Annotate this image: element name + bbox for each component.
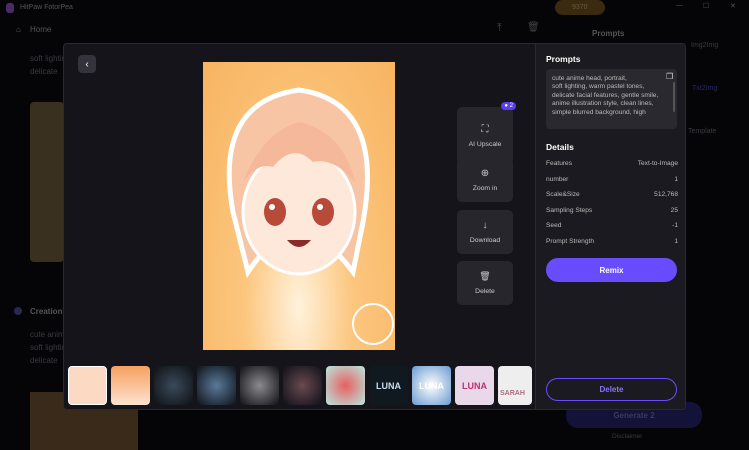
creation-label: Creation	[30, 307, 63, 316]
zoom-in-label: Zoom in	[472, 185, 498, 192]
copy-icon[interactable]: ❐	[666, 72, 673, 81]
prompt-text-content: cute anime head, portrait, soft lighting…	[552, 75, 659, 116]
nav-txt2img[interactable]: Txt2Img	[692, 85, 717, 92]
remix-button[interactable]: Remix	[546, 258, 677, 282]
detail-value: Text-to-Image	[637, 160, 678, 167]
download-icon: ↓	[482, 220, 488, 231]
thumbnail[interactable]	[111, 366, 150, 405]
app-title: HitPaw FotorPea	[20, 4, 73, 11]
thumbnail[interactable]	[197, 366, 236, 405]
credits-count: 9370	[572, 4, 588, 11]
trash-icon: 🗑	[479, 271, 491, 281]
home-link[interactable]: Home	[30, 25, 51, 34]
ai-upscale-label: AI Upscale	[468, 140, 502, 148]
delete-button[interactable]: Delete	[546, 378, 677, 401]
thumbnail[interactable]: LUNA	[412, 366, 451, 405]
detail-row: number 1	[546, 176, 678, 183]
prompt-scrollbar[interactable]	[673, 82, 675, 112]
thumbnail[interactable]	[283, 366, 322, 405]
detail-row: Sampling Steps 25	[546, 207, 678, 214]
trash-top-icon[interactable]: 🗑	[527, 22, 540, 33]
detail-row: Scale&Size 512,768	[546, 191, 678, 198]
thumb-text: LUNA	[462, 380, 487, 391]
upscale-icon: ⛶	[481, 123, 489, 135]
detail-row: Prompt Strength 1	[546, 238, 678, 245]
close-button[interactable]: ✕	[730, 2, 736, 10]
download-button[interactable]: ↓ Download	[457, 210, 513, 254]
bg-text: delicate	[30, 67, 58, 76]
creation-dot	[14, 307, 22, 315]
detail-row: Features Text-to-Image	[546, 160, 678, 167]
bg-image	[30, 102, 64, 262]
thumb-text: LUNA	[376, 380, 401, 391]
cost-badge: ● 2	[501, 102, 516, 110]
detail-value: -1	[672, 222, 678, 229]
detail-row: Seed -1	[546, 222, 678, 229]
thumbnail[interactable]: LUNA	[369, 366, 408, 405]
generate-label: Generate	[613, 410, 648, 420]
detail-key: number	[546, 176, 569, 183]
minimize-button[interactable]: —	[676, 2, 683, 9]
download-label: Download	[469, 237, 501, 244]
detail-value: 25	[670, 207, 678, 214]
home-icon[interactable]: ⌂	[16, 25, 21, 34]
nav-img2img[interactable]: Img2Img	[691, 42, 718, 49]
detail-key: Features	[546, 160, 573, 167]
disclaimer-link[interactable]: Disclaimer	[612, 433, 642, 440]
delete-side-button[interactable]: 🗑 Delete	[457, 261, 513, 305]
thumbnail[interactable]	[326, 366, 365, 405]
back-button[interactable]: ‹	[78, 55, 96, 73]
thumb-text: SARAH	[500, 390, 525, 397]
prompt-text: cute anime head, portrait, soft lighting…	[546, 69, 677, 129]
thumbnail[interactable]	[68, 366, 107, 405]
prompts-title: Prompts	[546, 54, 581, 64]
detail-value: 1	[674, 238, 678, 245]
thumbnail[interactable]	[154, 366, 193, 405]
details-panel: Prompts cute anime head, portrait, soft …	[535, 44, 685, 409]
app-logo-icon	[6, 3, 14, 13]
nav-template[interactable]: Template	[688, 128, 716, 135]
details-title: Details	[546, 142, 574, 152]
anime-girl-illustration	[226, 87, 394, 345]
export-icon[interactable]: ⤒	[497, 22, 502, 35]
maximize-button[interactable]: ☐	[703, 2, 709, 10]
thumbnail[interactable]: LUNA	[455, 366, 494, 405]
detail-value: 1	[674, 176, 678, 183]
delete-side-label: Delete	[475, 288, 495, 295]
zoom-in-icon: ⊕	[480, 168, 490, 179]
detail-key: Prompt Strength	[546, 238, 595, 245]
detail-key: Seed	[546, 222, 562, 229]
image-preview-modal: ‹ ⛶ AI Upscale ● 2 ⊕ Zoom in ↓ Download …	[63, 43, 686, 410]
cost-badge-count: 2	[509, 103, 513, 109]
thumb-text: LUNA	[419, 380, 444, 391]
detail-value: 512,768	[654, 191, 678, 198]
ai-upscale-button[interactable]: ⛶ AI Upscale ● 2	[457, 102, 516, 164]
zoom-in-button[interactable]: ⊕ Zoom in	[457, 158, 513, 202]
bg-text: delicate	[30, 356, 58, 365]
thumbnail[interactable]	[240, 366, 279, 405]
detail-key: Scale&Size	[546, 191, 580, 198]
title-bar: HitPaw FotorPea 9370 — ☐ ✕	[0, 0, 749, 16]
main-image	[203, 62, 395, 350]
generate-cost: 2	[650, 410, 655, 420]
bg-prompts-title: Prompts	[592, 29, 625, 38]
thumbnail[interactable]: SARAH	[498, 366, 532, 405]
detail-key: Sampling Steps	[546, 207, 593, 214]
